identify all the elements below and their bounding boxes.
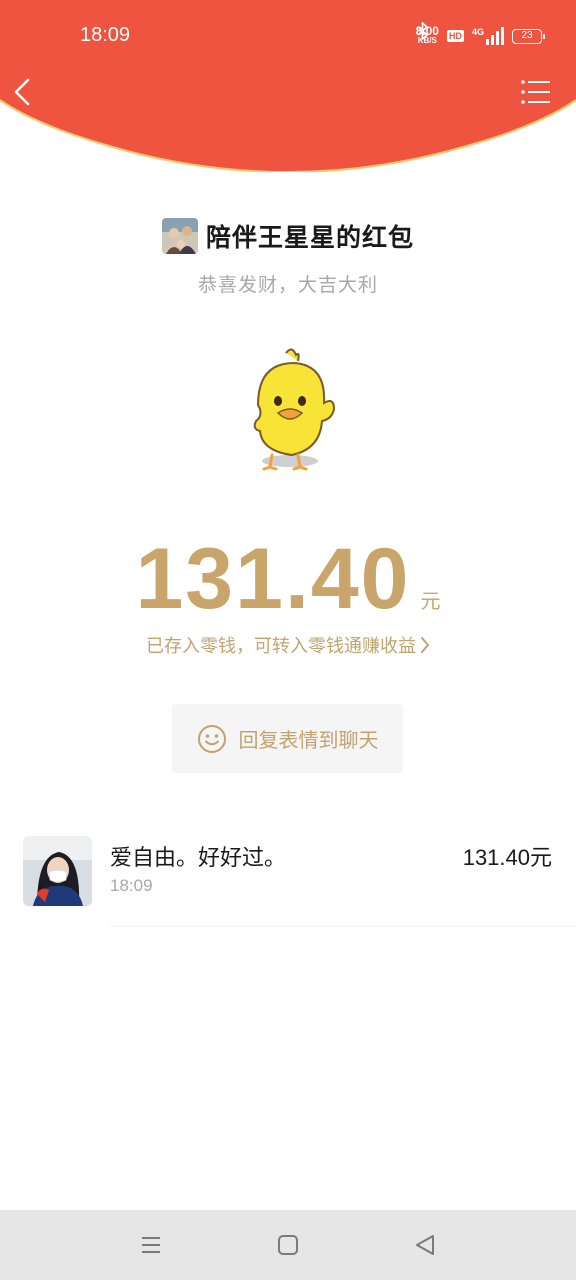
signal-icon: 4G (472, 27, 504, 45)
recent-apps-button[interactable] (138, 1232, 164, 1258)
duck-sticker (248, 345, 340, 477)
sender-title: 陪伴王星星的红包 (205, 223, 414, 252)
red-packet-header: 18:09 8.00 KB/S HD 4G 23 (0, 0, 576, 172)
greeting-text: 恭喜发财，大吉大利 (197, 274, 378, 296)
sender-avatar (161, 218, 198, 254)
wallet-status-text: 已存入零钱，可转入零钱通赚收益 (146, 636, 416, 657)
receiver-avatar (23, 836, 92, 906)
record-divider (110, 926, 576, 927)
receiver-record[interactable]: 爱自由。好好过。 18:09 131.40元 (0, 830, 576, 927)
network-type: 4G (471, 27, 484, 37)
home-button[interactable] (275, 1232, 301, 1258)
status-icons: 8.00 KB/S HD 4G 23 (416, 22, 545, 50)
status-time: 18:09 (80, 24, 131, 46)
back-button[interactable] (8, 74, 40, 110)
reply-sticker-button[interactable]: 回复表情到聊天 (172, 704, 403, 773)
chevron-right-icon (421, 637, 429, 653)
bluetooth-icon (417, 22, 428, 40)
reply-button-label: 回复表情到聊天 (238, 728, 379, 752)
sender-title-row: 陪伴王星星的红包 (0, 218, 576, 254)
system-nav-bar (0, 1210, 576, 1280)
home-square-icon (278, 1235, 298, 1255)
list-menu-icon (521, 80, 550, 104)
amount-row: 131.40 元 (0, 530, 576, 629)
battery-icon: 23 (512, 28, 545, 44)
more-menu-button[interactable] (520, 78, 552, 106)
back-triangle-icon (416, 1235, 434, 1255)
menu-icon (142, 1237, 160, 1253)
chevron-left-icon (14, 78, 30, 106)
smiley-icon (197, 724, 226, 753)
yellow-duck-icon (253, 348, 336, 471)
amount-value: 131.40 (135, 531, 411, 627)
wallet-status-link[interactable]: 已存入零钱，可转入零钱通赚收益 (0, 632, 576, 658)
amount-unit: 元 (420, 589, 441, 613)
receiver-name: 爱自由。好好过。 (110, 846, 287, 871)
hd-badge: HD (446, 30, 464, 42)
receive-time: 18:09 (110, 876, 153, 895)
system-back-button[interactable] (412, 1232, 438, 1258)
received-amount: 131.40元 (462, 845, 552, 870)
receiver-photo-icon (23, 836, 92, 906)
family-photo-icon (161, 218, 198, 254)
